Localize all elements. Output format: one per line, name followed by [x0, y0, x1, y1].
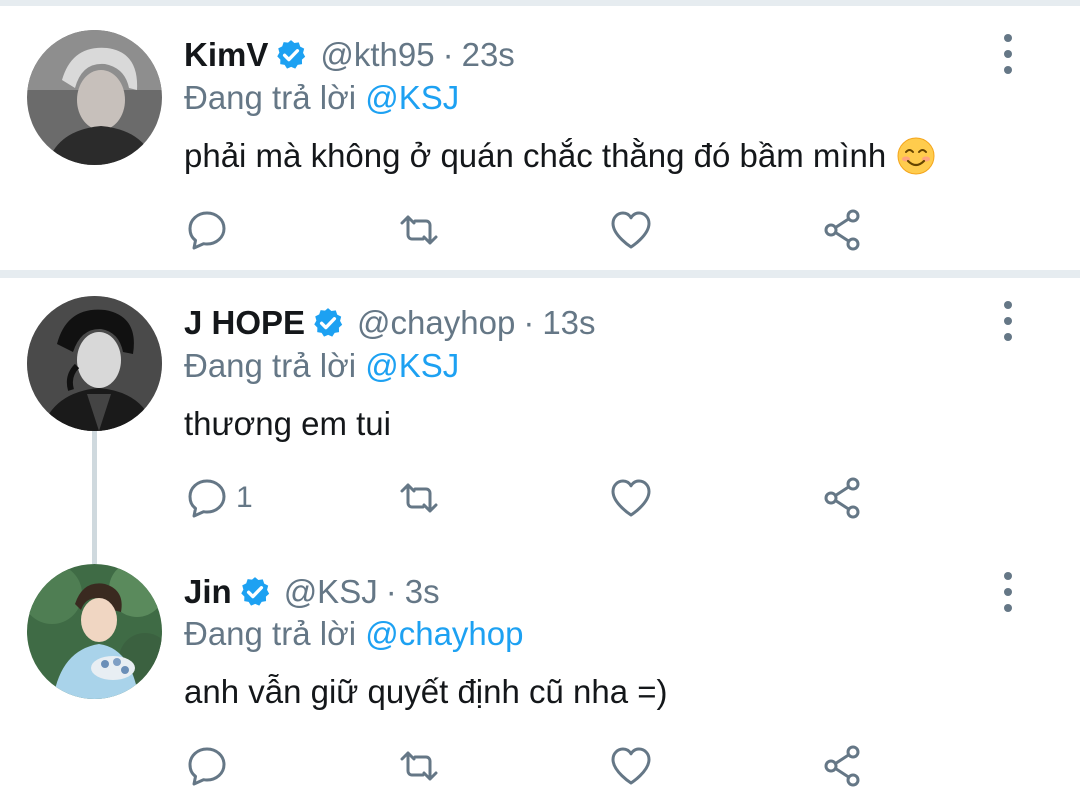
display-name[interactable]: Jin	[184, 568, 232, 616]
like-button[interactable]	[608, 474, 654, 522]
tweet-text: phải mà không ở quán chắc thằng đó bầm m…	[184, 132, 936, 180]
tweet-text: anh vẫn giữ quyết định cũ nha =)	[184, 668, 668, 716]
more-vertical-icon[interactable]	[994, 34, 1022, 74]
verified-badge-icon	[277, 40, 306, 69]
like-icon	[611, 211, 651, 249]
tweet-card[interactable]: J HOPE @chayhop · 13s Đang trả lời @KSJ …	[0, 278, 1080, 556]
timestamp[interactable]: 3s	[405, 568, 440, 616]
reply-context: Đang trả lời @chayhop	[184, 612, 523, 656]
retweet-button[interactable]	[396, 474, 442, 522]
tweet-text-content: phải mà không ở quán chắc thằng đó bầm m…	[184, 137, 887, 174]
reply-count: 1	[236, 481, 253, 514]
retweet-icon	[400, 483, 438, 513]
avatar[interactable]	[27, 296, 162, 431]
reply-mention-link[interactable]: @KSJ	[365, 79, 459, 116]
tweet-text: thương em tui	[184, 400, 391, 448]
timestamp[interactable]: 23s	[462, 31, 515, 79]
reply-context: Đang trả lời @KSJ	[184, 344, 459, 388]
share-button[interactable]	[820, 206, 866, 254]
tweet-header: Jin @KSJ · 3s	[184, 568, 440, 616]
user-handle[interactable]: @KSJ	[284, 568, 378, 616]
thread-connector	[92, 430, 97, 556]
smiling-face-emoji	[897, 137, 935, 175]
more-vertical-icon[interactable]	[994, 572, 1022, 612]
thread-connector	[92, 554, 97, 564]
separator-dot: ·	[385, 573, 397, 610]
tweet-header: J HOPE @chayhop · 13s	[184, 299, 596, 347]
tweet-text-content: thương em tui	[184, 405, 391, 442]
reply-button[interactable]	[184, 206, 236, 254]
like-icon	[611, 479, 651, 517]
tweet-card[interactable]: Jin @KSJ · 3s Đang trả lời @chayhop anh …	[0, 554, 1080, 811]
reply-context: Đang trả lời @KSJ	[184, 76, 459, 120]
like-icon	[611, 747, 651, 785]
retweet-button[interactable]	[396, 742, 442, 790]
tweet-divider	[0, 270, 1080, 278]
display-name[interactable]: KimV	[184, 31, 268, 79]
retweet-icon	[400, 751, 438, 781]
more-vertical-icon[interactable]	[994, 301, 1022, 341]
separator-dot: ·	[523, 304, 535, 341]
reply-icon	[188, 211, 226, 250]
tweet-header: KimV @kth95 · 23s	[184, 31, 515, 79]
reply-button[interactable]: 1	[184, 474, 253, 522]
display-name[interactable]: J HOPE	[184, 299, 305, 347]
reply-prefix: Đang trả lời	[184, 79, 357, 116]
share-icon	[824, 209, 860, 251]
reply-mention-link[interactable]: @KSJ	[365, 347, 459, 384]
tweet-actions	[184, 206, 884, 254]
like-button[interactable]	[608, 742, 654, 790]
tweet-text-content: anh vẫn giữ quyết định cũ nha =)	[184, 673, 668, 710]
reply-button[interactable]	[184, 742, 236, 790]
reply-icon	[188, 479, 226, 518]
tweet-actions	[184, 742, 884, 790]
reply-mention-link[interactable]: @chayhop	[365, 615, 523, 652]
verified-badge-icon	[314, 308, 343, 337]
avatar[interactable]	[27, 30, 162, 165]
retweet-icon	[400, 215, 438, 245]
share-button[interactable]	[820, 474, 866, 522]
share-button[interactable]	[820, 742, 866, 790]
share-icon	[824, 745, 860, 787]
tweet-actions: 1	[184, 474, 884, 522]
share-icon	[824, 477, 860, 519]
timestamp[interactable]: 13s	[542, 299, 595, 347]
user-handle[interactable]: @chayhop	[357, 299, 515, 347]
reply-icon	[188, 747, 226, 786]
separator-dot: ·	[442, 36, 454, 73]
user-handle[interactable]: @kth95	[320, 31, 434, 79]
reply-prefix: Đang trả lời	[184, 347, 357, 384]
like-button[interactable]	[608, 206, 654, 254]
tweet-card[interactable]: KimV @kth95 · 23s Đang trả lời @KSJ phải…	[0, 0, 1080, 270]
avatar[interactable]	[27, 564, 162, 699]
retweet-button[interactable]	[396, 206, 442, 254]
reply-prefix: Đang trả lời	[184, 615, 357, 652]
verified-badge-icon	[240, 577, 269, 606]
